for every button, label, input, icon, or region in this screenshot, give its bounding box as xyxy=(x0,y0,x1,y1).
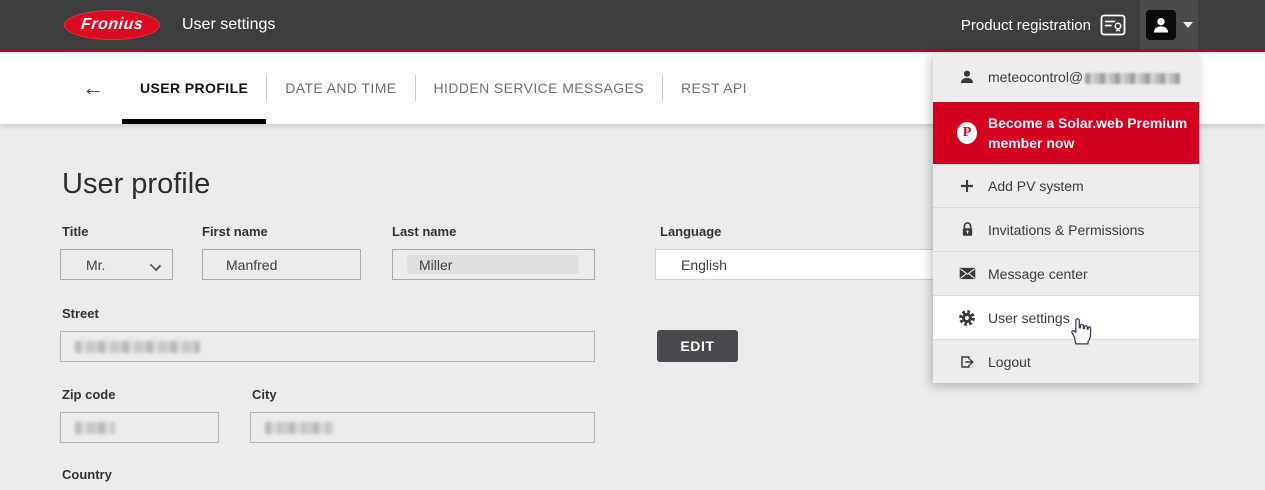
menu-item-label: Invitations & Permissions xyxy=(988,222,1144,238)
zip-code-input[interactable] xyxy=(60,412,219,443)
redacted-email-domain xyxy=(1085,73,1180,84)
menu-item-account-email[interactable]: meteocontrol@ xyxy=(933,52,1199,102)
redacted-zip-value xyxy=(75,422,115,434)
edit-button[interactable]: EDIT xyxy=(657,330,738,362)
menu-item-label: Message center xyxy=(988,266,1088,282)
user-account-menu-button[interactable] xyxy=(1140,0,1198,50)
page-title: User profile xyxy=(62,168,210,201)
certificate-icon xyxy=(1100,13,1126,38)
title-select[interactable]: Mr. xyxy=(60,249,173,280)
redacted-city-value xyxy=(265,422,333,434)
menu-item-label: Logout xyxy=(988,354,1031,370)
menu-item-add-pv-system[interactable]: Add PV system xyxy=(933,164,1199,207)
fronius-logo[interactable]: Fronius xyxy=(64,10,160,40)
back-arrow-icon[interactable]: ← xyxy=(82,77,104,99)
header-right-group: Product registration xyxy=(961,0,1265,50)
top-header-bar: Fronius User settings Product registrati… xyxy=(0,0,1265,50)
page: Fronius User settings Product registrati… xyxy=(0,0,1265,490)
first-name-value: Manfred xyxy=(226,257,277,273)
product-registration-label: Product registration xyxy=(961,17,1091,34)
city-input[interactable] xyxy=(250,412,595,443)
redacted-street-value xyxy=(75,341,200,353)
premium-upgrade-label: Become a Solar.web Premium member now xyxy=(988,113,1187,153)
zip-code-label: Zip code xyxy=(62,387,115,402)
title-label: Title xyxy=(62,224,89,239)
chevron-down-icon xyxy=(1183,22,1193,28)
tab-date-and-time[interactable]: DATE AND TIME xyxy=(267,52,414,124)
country-label: Country xyxy=(62,467,112,482)
first-name-label: First name xyxy=(202,224,268,239)
tab-rest-api[interactable]: REST API xyxy=(663,52,765,124)
lock-icon xyxy=(957,221,977,238)
account-email: meteocontrol@ xyxy=(988,69,1180,85)
last-name-input[interactable]: Miller xyxy=(392,249,595,280)
language-label: Language xyxy=(660,224,721,239)
envelope-icon xyxy=(957,267,977,280)
tab-user-profile[interactable]: USER PROFILE xyxy=(122,52,266,124)
plus-icon xyxy=(957,178,977,194)
last-name-label: Last name xyxy=(392,224,456,239)
last-name-value: Miller xyxy=(393,257,452,273)
tabs-group: USER PROFILE DATE AND TIME HIDDEN SERVIC… xyxy=(122,52,765,124)
city-label: City xyxy=(252,387,277,402)
menu-item-logout[interactable]: Logout xyxy=(933,340,1199,383)
person-icon xyxy=(957,69,977,85)
street-label: Street xyxy=(62,306,99,321)
language-value: English xyxy=(681,257,727,273)
language-select[interactable]: English xyxy=(655,249,960,280)
user-avatar-icon xyxy=(1146,10,1176,40)
gear-icon xyxy=(957,309,977,327)
logout-icon xyxy=(957,354,977,370)
menu-item-message-center[interactable]: Message center xyxy=(933,252,1199,295)
menu-item-label: Add PV system xyxy=(988,178,1084,194)
menu-item-invitations-permissions[interactable]: Invitations & Permissions xyxy=(933,208,1199,251)
first-name-input[interactable]: Manfred xyxy=(202,249,361,280)
premium-p-badge-icon: P xyxy=(957,122,977,144)
menu-item-premium-upgrade[interactable]: P Become a Solar.web Premium member now xyxy=(933,102,1199,164)
product-registration-link[interactable]: Product registration xyxy=(961,13,1126,38)
select-chevron-icon xyxy=(150,260,161,271)
app-title: User settings xyxy=(182,16,275,34)
menu-item-user-settings[interactable]: User settings xyxy=(933,296,1199,339)
street-input[interactable] xyxy=(60,331,595,362)
title-select-value: Mr. xyxy=(86,257,105,273)
tab-hidden-service-messages[interactable]: HIDDEN SERVICE MESSAGES xyxy=(416,52,662,124)
account-dropdown-menu: meteocontrol@ P Become a Solar.web Premi… xyxy=(933,52,1199,383)
menu-item-label: User settings xyxy=(988,310,1070,326)
fronius-logo-text: Fronius xyxy=(80,16,144,34)
